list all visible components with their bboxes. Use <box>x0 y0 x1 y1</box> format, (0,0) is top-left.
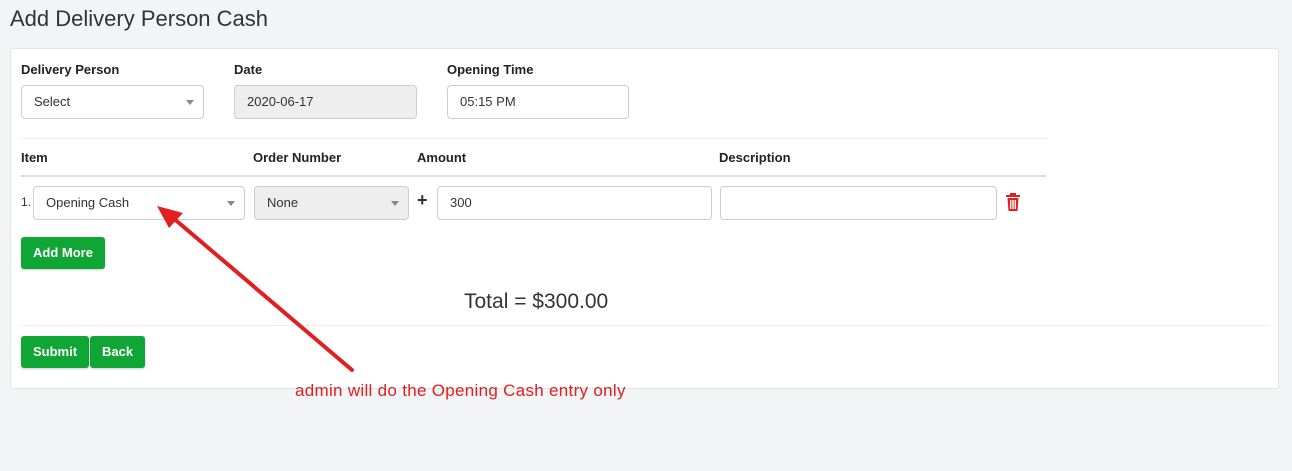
plus-icon[interactable]: + <box>417 190 428 211</box>
section-divider <box>21 138 1046 139</box>
trash-icon[interactable] <box>1005 193 1021 211</box>
header-description: Description <box>719 150 791 165</box>
add-more-button[interactable]: Add More <box>21 237 105 269</box>
table-header-divider <box>21 175 1046 177</box>
order-number-select: None <box>254 186 409 220</box>
date-value: 2020-06-17 <box>247 94 314 109</box>
total-amount: Total = $300.00 <box>464 290 609 313</box>
cash-form-card: Delivery Person Select Date 2020-06-17 O… <box>10 48 1279 389</box>
description-input[interactable] <box>720 186 997 220</box>
delivery-person-value: Select <box>34 94 71 109</box>
date-label: Date <box>234 62 263 77</box>
chevron-down-icon <box>391 201 399 206</box>
chevron-down-icon <box>227 201 235 206</box>
amount-value: 300 <box>450 195 472 210</box>
delivery-person-select[interactable]: Select <box>21 85 204 119</box>
header-amount: Amount <box>417 150 467 165</box>
back-button[interactable]: Back <box>90 336 146 368</box>
footer-divider <box>21 325 1269 326</box>
item-value: Opening Cash <box>46 195 130 210</box>
order-number-value: None <box>267 195 299 210</box>
item-select[interactable]: Opening Cash <box>33 186 245 220</box>
row-number: 1. <box>21 195 32 209</box>
amount-input[interactable]: 300 <box>437 186 712 220</box>
chevron-down-icon <box>186 100 194 105</box>
delivery-person-label: Delivery Person <box>21 62 120 77</box>
annotation-text: admin will do the Opening Cash entry onl… <box>295 381 626 400</box>
page-title: Add Delivery Person Cash <box>10 6 269 31</box>
header-item: Item <box>21 150 48 165</box>
date-field: 2020-06-17 <box>234 85 417 119</box>
opening-time-label: Opening Time <box>447 62 534 77</box>
opening-time-value: 05:15 PM <box>460 94 516 109</box>
header-order-number: Order Number <box>253 150 342 165</box>
opening-time-field[interactable]: 05:15 PM <box>447 85 629 119</box>
submit-button[interactable]: Submit <box>21 336 90 368</box>
